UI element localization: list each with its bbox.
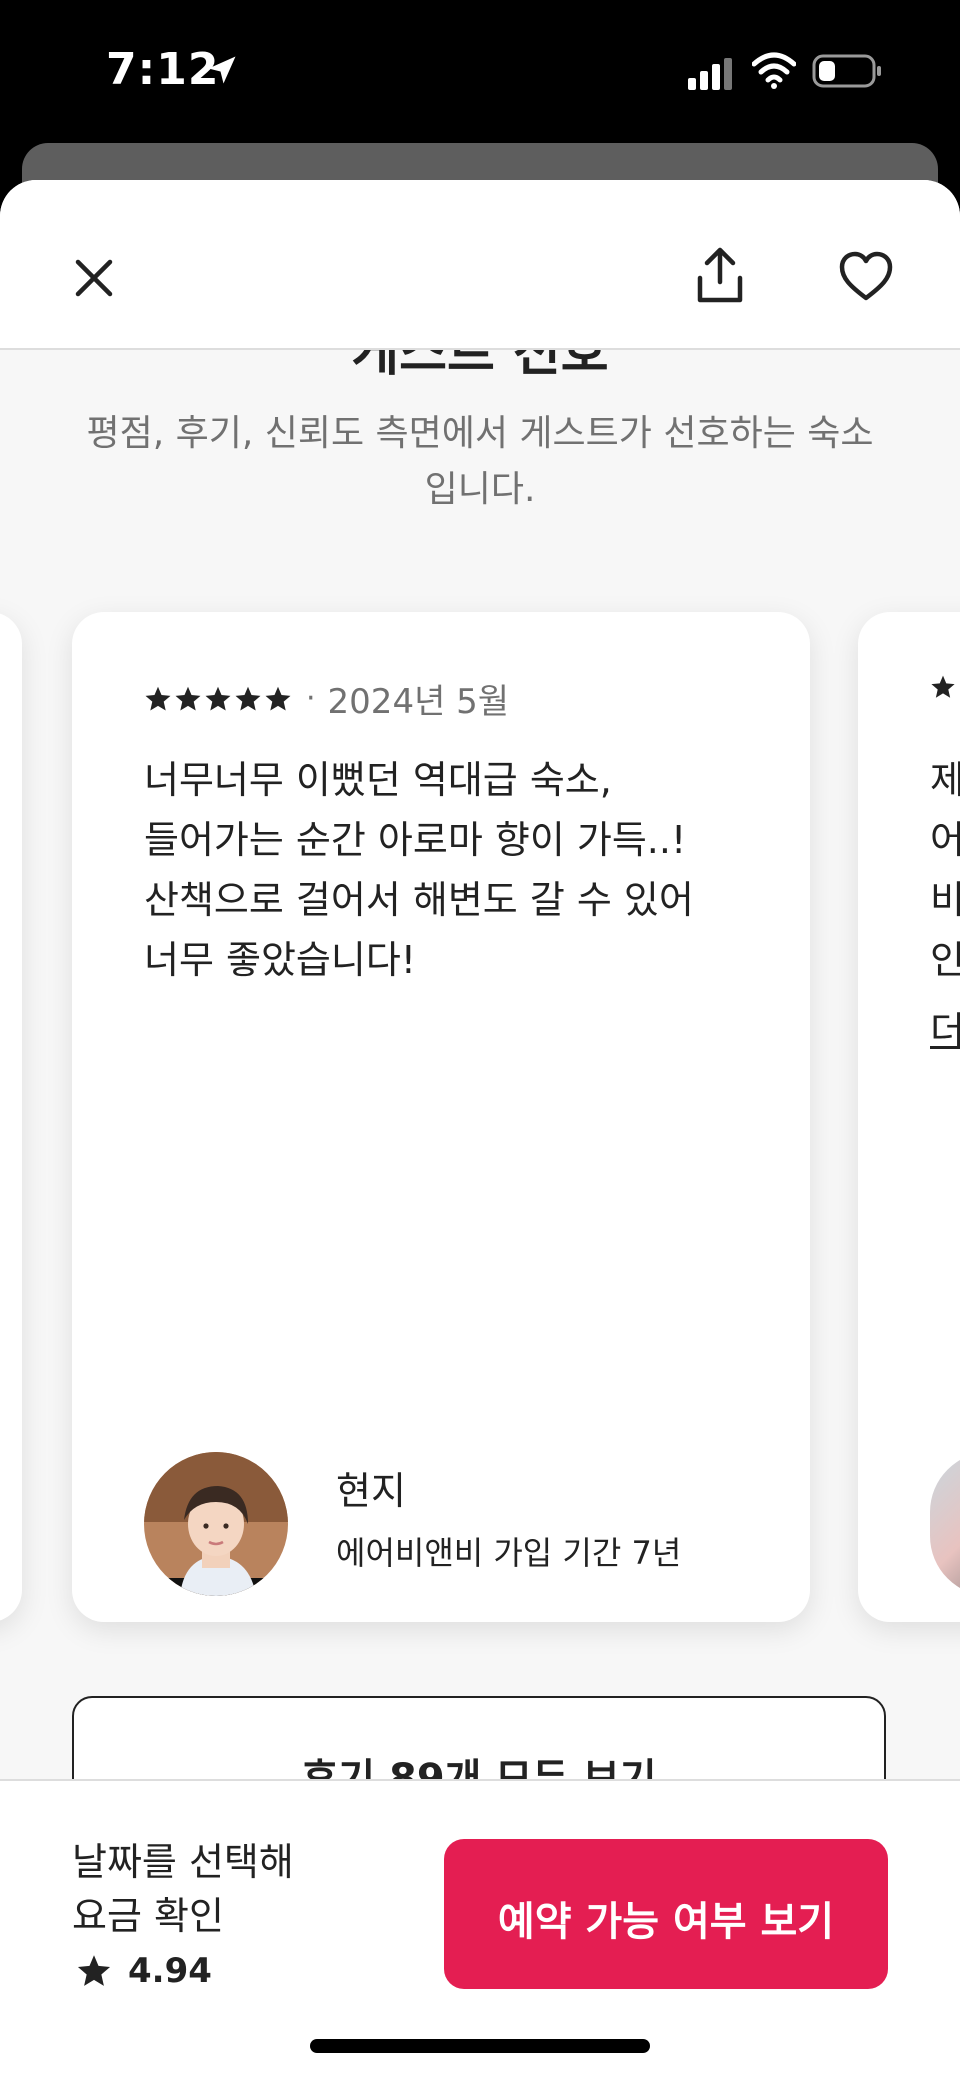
price-prompt-line1: 날짜를 선택해 — [72, 1840, 294, 1884]
wifi-icon — [752, 52, 796, 89]
booking-footer: 날짜를 선택해 요금 확인 4.94 예약 가능 여부 보기 — [0, 1779, 960, 2079]
separator-dot: · — [306, 681, 316, 716]
reviewer-photo — [144, 1452, 288, 1596]
section-subtitle: 평점, 후기, 신뢰도 측면에서 게스트가 선호하는 숙소입니다. — [86, 413, 874, 510]
next-review-line: 제 — [930, 758, 960, 802]
star-icon — [265, 686, 291, 711]
status-bar: 7:12 — [0, 0, 960, 140]
home-indicator[interactable] — [310, 2039, 650, 2053]
listing-modal-sheet: 게스트 선호 평점, 후기, 신뢰도 측면에서 게스트가 선호하는 숙소입니다.… — [0, 180, 960, 2079]
show-more-link[interactable]: 더 — [930, 1000, 960, 1055]
star-icon — [175, 686, 201, 711]
review-text-line: 너무 좋았습니다! — [144, 938, 417, 982]
close-icon[interactable] — [66, 250, 122, 306]
battery-icon — [812, 54, 881, 88]
star-icon — [145, 686, 171, 711]
review-text: 너무너무 이뻤던 역대급 숙소, 들어가는 순간 아로마 향이 가득..! 산책… — [144, 750, 764, 990]
reviewer-name: 현지 — [336, 1469, 406, 1513]
status-time: 7:12 — [106, 44, 220, 95]
star-icon — [205, 686, 231, 711]
next-review-line: 인 — [930, 938, 960, 982]
star-icon — [931, 675, 955, 698]
review-rating-row: · 2024년 5월 — [144, 674, 509, 723]
review-text-line: 산책으로 걸어서 해변도 갈 수 있어 — [144, 878, 694, 922]
review-card[interactable]: · 2024년 5월 너무너무 이뻤던 역대급 숙소, 들어가는 순간 아로마 … — [72, 612, 810, 1622]
next-review-line: 어 — [930, 818, 960, 862]
next-review-line: 비 — [930, 878, 960, 922]
review-date: 2024년 5월 — [327, 682, 510, 722]
reviewer-meta: 에어비앤비 가입 기간 7년 — [336, 1534, 682, 1572]
review-card-previous[interactable] — [0, 612, 22, 1622]
review-text-line: 너무너무 이뻤던 역대급 숙소, — [144, 758, 612, 802]
review-card-next[interactable]: 제 어 비 인 더 — [858, 612, 960, 1622]
reviewer-avatar[interactable] — [144, 1452, 288, 1596]
star-icon — [235, 686, 261, 711]
share-icon[interactable] — [694, 244, 746, 306]
listing-rating: 4.94 — [128, 1951, 212, 1991]
modal-header — [0, 180, 960, 350]
cellular-signal-icon — [688, 58, 732, 90]
star-icon — [77, 1955, 111, 1986]
check-availability-button[interactable]: 예약 가능 여부 보기 — [444, 1839, 888, 1989]
location-arrow-icon — [208, 56, 236, 84]
heart-icon[interactable] — [838, 250, 894, 304]
check-availability-label: 예약 가능 여부 보기 — [497, 1899, 835, 1945]
review-text-line: 들어가는 순간 아로마 향이 가득..! — [144, 818, 687, 862]
next-review-text: 제 어 비 인 — [930, 750, 960, 990]
review-stars — [144, 685, 292, 713]
price-prompt-line2: 요금 확인 — [72, 1894, 224, 1938]
next-reviewer-avatar — [930, 1452, 960, 1596]
